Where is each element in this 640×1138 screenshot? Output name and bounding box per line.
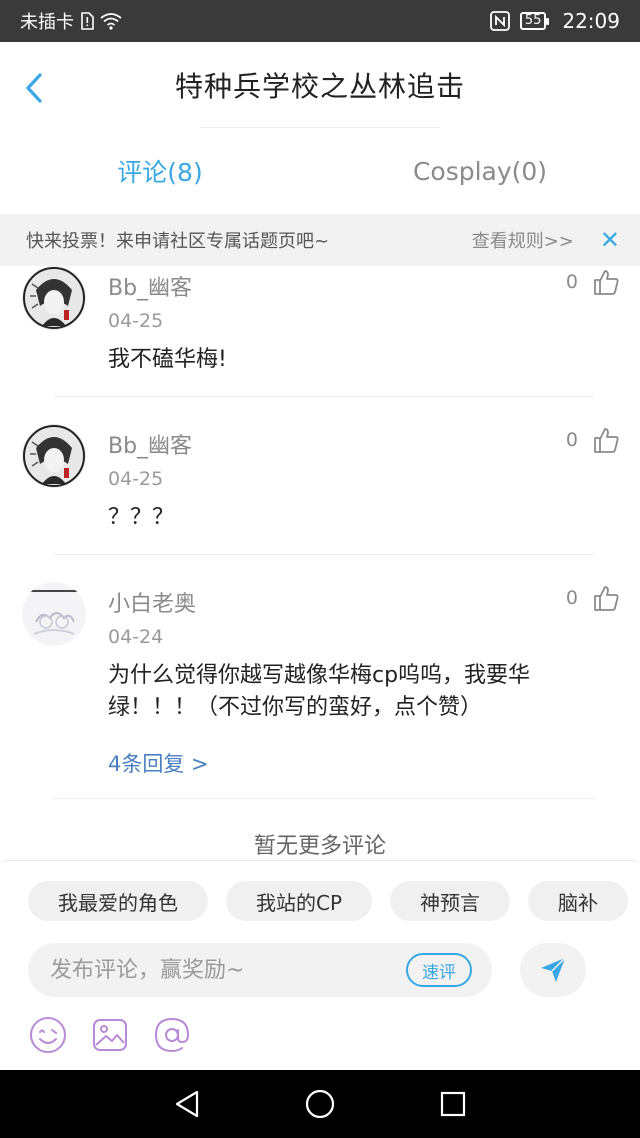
thumbs-up-icon xyxy=(594,428,619,453)
nav-back-button[interactable] xyxy=(167,1084,207,1124)
triangle-back-icon xyxy=(175,1090,198,1118)
chevron-left-icon xyxy=(26,73,42,103)
sim-alert-icon xyxy=(80,12,94,30)
like-count: 0 xyxy=(565,429,578,451)
like-count: 0 xyxy=(565,271,578,293)
avatar[interactable] xyxy=(22,582,86,646)
nfc-icon xyxy=(489,11,510,31)
comment-item: Bb_幽客 04-25 ？？？ 0 xyxy=(0,424,640,554)
topic-chip[interactable]: 我最爱的角色 xyxy=(28,881,208,921)
comment-username[interactable]: Bb_幽客 xyxy=(108,270,192,302)
topic-chip[interactable]: 我站的CP xyxy=(226,881,373,921)
circle-home-icon xyxy=(305,1089,335,1119)
comment-input-box: 速评 xyxy=(28,943,492,997)
send-icon xyxy=(541,957,566,982)
view-rules-link[interactable]: 查看规则>> xyxy=(472,227,574,253)
comment-username[interactable]: Bb_幽客 xyxy=(108,428,192,460)
attachment-toolbar xyxy=(28,1015,192,1055)
tab-comments[interactable]: 评论(8) xyxy=(0,128,320,214)
divider xyxy=(54,396,594,397)
topic-chip[interactable]: 脑补 xyxy=(528,881,629,921)
like-button[interactable]: 0 xyxy=(566,268,620,296)
topic-chip[interactable]: 神预言 xyxy=(390,881,511,921)
status-bar: 未插卡 55 22:09 xyxy=(0,0,640,42)
like-button[interactable]: 0 xyxy=(566,584,620,612)
close-icon[interactable]: ✕ xyxy=(600,228,620,252)
topic-chips: 我最爱的角色 我站的CP 神预言 脑补 xyxy=(28,881,640,921)
page-header: 特种兵学校之丛林追击 xyxy=(0,42,640,128)
thumbs-up-icon xyxy=(594,270,619,295)
compose-panel: 我最爱的角色 我站的CP 神预言 脑补 速评 xyxy=(0,860,640,1070)
comment-date: 04-25 xyxy=(108,310,164,332)
mention-icon[interactable] xyxy=(152,1015,192,1055)
carrier-text: 未插卡 xyxy=(20,12,74,33)
nav-recents-button[interactable] xyxy=(433,1084,473,1124)
like-count: 0 xyxy=(565,587,578,609)
nav-home-button[interactable] xyxy=(300,1084,340,1124)
divider xyxy=(54,798,594,799)
comment-date: 04-24 xyxy=(108,626,164,648)
avatar[interactable] xyxy=(22,266,86,330)
emoji-icon[interactable] xyxy=(28,1015,68,1055)
comment-item: 小白老奥 04-24 为什么觉得你越写越像华梅cp呜呜，我要华绿！！！（不过你写… xyxy=(0,582,640,798)
notice-banner: 快来投票！来申请社区专属话题页吧~ 查看规则>> ✕ xyxy=(0,214,640,266)
avatar[interactable] xyxy=(22,424,86,488)
wifi-icon xyxy=(100,12,122,30)
back-button[interactable] xyxy=(18,72,50,104)
quick-review-button[interactable]: 速评 xyxy=(406,953,472,987)
comment-content: 我不磕华梅! xyxy=(108,347,227,372)
comment-content: 为什么觉得你越写越像华梅cp呜呜，我要华绿！！！（不过你写的蛮好，点个赞） xyxy=(108,663,531,720)
square-recents-icon xyxy=(441,1091,466,1117)
page-title: 特种兵学校之丛林追击 xyxy=(174,70,465,103)
comment-item: Bb_幽客 04-25 我不磕华梅! 0 xyxy=(0,266,640,396)
clock-text: 22:09 xyxy=(562,9,620,33)
comment-content: ？？？ xyxy=(108,505,175,530)
comment-date: 04-25 xyxy=(108,468,164,490)
divider xyxy=(54,554,594,555)
send-button[interactable] xyxy=(520,943,586,997)
notice-text: 快来投票！来申请社区专属话题页吧~ xyxy=(26,231,330,252)
no-more-comments-text: 暂无更多评论 xyxy=(253,834,386,859)
tab-cosplay[interactable]: Cosplay(0) xyxy=(320,128,640,214)
battery-indicator: 55 xyxy=(519,12,549,30)
comment-input[interactable] xyxy=(50,957,406,983)
thumbs-up-icon xyxy=(594,586,619,611)
like-button[interactable]: 0 xyxy=(566,426,620,454)
image-icon[interactable] xyxy=(90,1015,130,1055)
view-replies-link[interactable]: 4条回复 > xyxy=(108,748,209,778)
comment-username[interactable]: 小白老奥 xyxy=(108,586,196,618)
tab-bar: 评论(8) Cosplay(0) xyxy=(0,128,640,214)
system-nav-bar xyxy=(0,1070,640,1138)
